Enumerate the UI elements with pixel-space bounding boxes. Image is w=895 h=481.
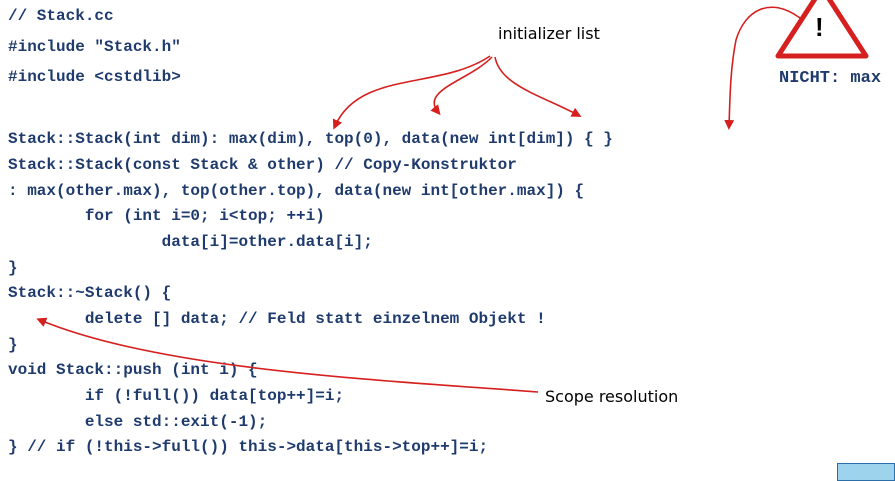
warning-exclamation: ! bbox=[815, 12, 824, 42]
arrow-to-top bbox=[430, 56, 493, 116]
annotation-overlay bbox=[36, 0, 869, 393]
arrow-to-max bbox=[332, 55, 491, 130]
arrow-scope-resolution bbox=[36, 317, 539, 393]
arrow-to-data bbox=[494, 56, 582, 117]
arrow-warning-to-max bbox=[724, 6, 801, 130]
corner-box bbox=[837, 463, 895, 481]
